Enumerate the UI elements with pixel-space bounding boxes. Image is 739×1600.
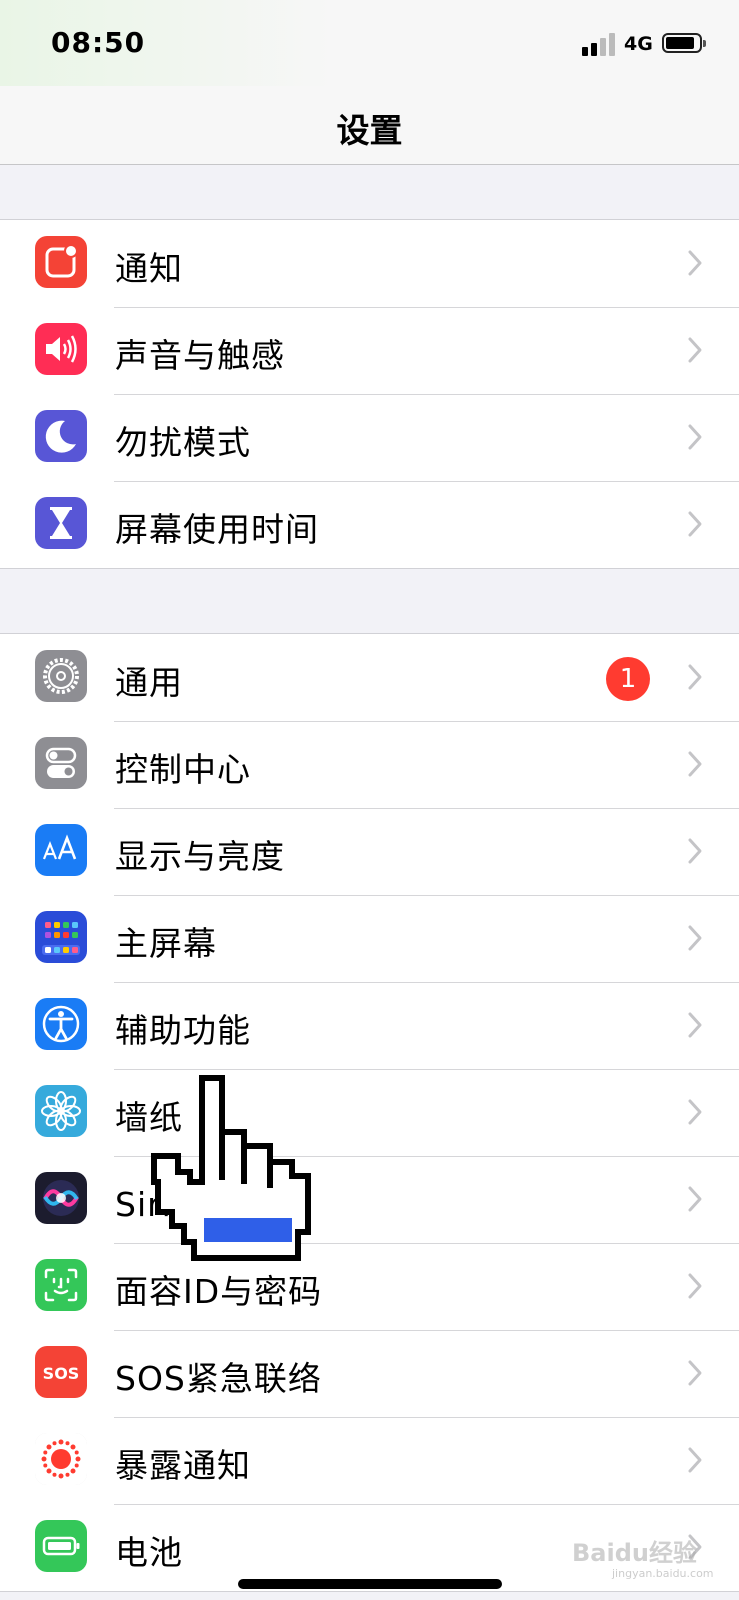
chevron-right-icon (688, 1012, 702, 1038)
home-screen-icon (35, 911, 87, 963)
settings-row-label: 电池 (115, 1533, 183, 1572)
chevron-right-icon (688, 1360, 702, 1386)
text-size-icon (35, 824, 87, 876)
settings-row-general[interactable]: 通用 1 (0, 634, 739, 721)
siri-icon (35, 1172, 87, 1224)
toggles-icon (35, 737, 87, 789)
page-title: 设置 (336, 111, 403, 150)
chevron-right-icon (688, 925, 702, 951)
settings-row-display[interactable]: 显示与亮度 (0, 808, 739, 895)
face-id-icon (35, 1259, 87, 1311)
settings-row-wallpaper[interactable]: 墙纸 (0, 1069, 739, 1156)
cellular-signal-icon (582, 32, 616, 56)
accessibility-icon (35, 998, 87, 1050)
settings-row-label: 辅助功能 (115, 1011, 251, 1050)
watermark-url: jingyan.baidu.com (612, 1567, 714, 1580)
settings-row-emergency-sos[interactable]: SOS SOS紧急联络 (0, 1330, 739, 1417)
settings-row-label: 声音与触感 (115, 336, 285, 375)
chevron-right-icon (688, 337, 702, 363)
settings-row-label: 面容ID与密码 (115, 1272, 323, 1311)
chevron-right-icon (688, 838, 702, 864)
gear-icon (35, 650, 87, 702)
settings-row-accessibility[interactable]: 辅助功能 (0, 982, 739, 1069)
settings-row-label: 通知 (115, 249, 183, 288)
settings-row-home-screen[interactable]: 主屏幕 (0, 895, 739, 982)
notifications-icon (35, 236, 87, 288)
chevron-right-icon (688, 1186, 702, 1212)
chevron-right-icon (688, 250, 702, 276)
chevron-right-icon (688, 1447, 702, 1473)
moon-icon (35, 410, 87, 462)
hourglass-icon (35, 497, 87, 549)
status-bar: 08:50 4G (0, 0, 739, 86)
settings-row-label: 勿扰模式 (115, 423, 251, 462)
watermark-logo: Baidu经验 (572, 1539, 697, 1567)
navigation-bar: 设置 (0, 86, 739, 165)
settings-row-do-not-disturb[interactable]: 勿扰模式 (0, 394, 739, 481)
svg-text:SOS: SOS (43, 1364, 80, 1383)
battery-status-icon (662, 33, 706, 53)
network-type: 4G (624, 33, 653, 55)
settings-row-notifications[interactable]: 通知 (0, 220, 739, 307)
chevron-right-icon (688, 424, 702, 450)
settings-row-exposure-notifications[interactable]: 暴露通知 (0, 1417, 739, 1504)
update-badge: 1 (606, 657, 650, 701)
chevron-right-icon (688, 511, 702, 537)
settings-row-label: 暴露通知 (115, 1446, 251, 1485)
sounds-icon (35, 323, 87, 375)
sos-icon: SOS (35, 1346, 87, 1398)
settings-row-label: 屏幕使用时间 (115, 510, 319, 549)
settings-row-sounds[interactable]: 声音与触感 (0, 307, 739, 394)
settings-group-1: 通知 声音与触感 勿扰模式 屏幕使用时间 (0, 219, 739, 569)
settings-row-control-center[interactable]: 控制中心 (0, 721, 739, 808)
settings-row-label: 通用 (115, 663, 183, 702)
home-indicator[interactable] (238, 1579, 502, 1589)
settings-row-label: SOS紧急联络 (115, 1359, 322, 1398)
chevron-right-icon (688, 1099, 702, 1125)
battery-icon (35, 1520, 87, 1572)
flower-icon (35, 1085, 87, 1137)
exposure-icon (35, 1433, 87, 1485)
settings-row-label: 显示与亮度 (115, 837, 285, 876)
settings-row-face-id[interactable]: 面容ID与密码 (0, 1243, 739, 1330)
chevron-right-icon (688, 751, 702, 777)
status-time: 08:50 (51, 26, 146, 59)
settings-row-label: 主屏幕 (115, 924, 217, 963)
settings-row-siri[interactable]: Siri与搜索 (0, 1156, 739, 1243)
settings-row-screen-time[interactable]: 屏幕使用时间 (0, 481, 739, 568)
chevron-right-icon (688, 664, 702, 690)
settings-row-label: 控制中心 (115, 750, 251, 789)
pointing-hand-icon (151, 1075, 311, 1261)
chevron-right-icon (688, 1273, 702, 1299)
settings-group-2: 通用 1 控制中心 显示与亮度 主屏幕 辅助功能 墙纸 面容ID与密码 SOS … (0, 633, 739, 1592)
